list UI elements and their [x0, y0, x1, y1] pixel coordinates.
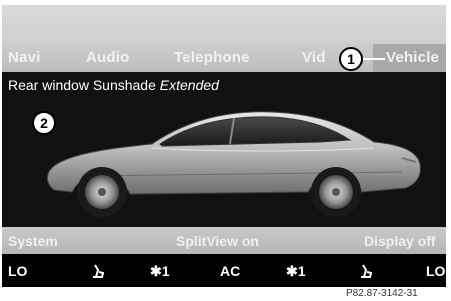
splitview-button[interactable]: SplitView on: [176, 233, 259, 249]
fan-right[interactable]: ✱1: [286, 263, 306, 280]
front-wheel: [77, 167, 127, 217]
menu-item-vehicle[interactable]: Vehicle: [386, 49, 439, 66]
status-label: Rear window Sunshade: [8, 77, 160, 93]
menu-item-video[interactable]: Vid: [302, 49, 334, 66]
fan-left[interactable]: ✱1: [150, 263, 170, 280]
status-value: Extended: [159, 77, 219, 93]
status-line: Rear window Sunshade Extended: [8, 77, 219, 93]
menu-item-telephone[interactable]: Telephone: [174, 49, 250, 66]
menu-item-audio[interactable]: Audio: [86, 49, 130, 66]
callout-1-leader-line: [363, 58, 385, 60]
car-illustration: [46, 111, 421, 217]
seat-heat-left-icon[interactable]: [90, 263, 106, 282]
figure-caption: P82.87-3142-31: [346, 288, 418, 299]
ac-button[interactable]: AC: [220, 263, 240, 279]
temperature-right[interactable]: LO: [426, 263, 445, 279]
menu-item-navi[interactable]: Navi: [8, 49, 41, 66]
display-off-button[interactable]: Display off: [364, 233, 436, 249]
system-button[interactable]: System: [8, 233, 58, 249]
callout-2: 2: [32, 111, 56, 135]
rear-wheel: [311, 167, 361, 217]
seat-heat-right-icon[interactable]: [358, 263, 374, 282]
display-screen: Navi Audio Telephone Vid Vehicle Rear wi…: [2, 5, 446, 287]
callout-1: 1: [339, 47, 363, 71]
temperature-left[interactable]: LO: [8, 263, 27, 279]
top-strip: [2, 5, 446, 44]
